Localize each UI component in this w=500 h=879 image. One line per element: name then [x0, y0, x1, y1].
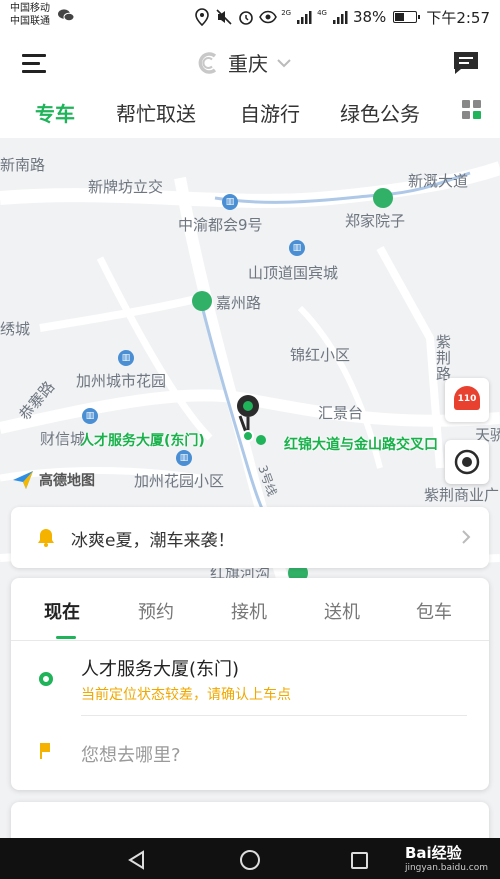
menu-icon[interactable] [22, 52, 48, 74]
secondary-card [11, 802, 489, 842]
building-icon: ▥ [222, 194, 238, 210]
pickup-map-label: 人才服务大厦(东门) [80, 433, 205, 449]
building-icon: ▥ [118, 350, 134, 366]
app-header: 重庆 [0, 34, 500, 92]
home-icon[interactable] [239, 849, 261, 871]
map-label: 嘉州路 [216, 294, 262, 312]
recent-apps-icon[interactable] [351, 852, 368, 869]
active-tab-indicator [56, 636, 76, 639]
destination-input[interactable]: 您想去哪里? [81, 741, 181, 767]
signal-icon-2 [332, 11, 348, 24]
map-label: 财信城 [40, 430, 86, 448]
chevron-down-icon [277, 58, 291, 67]
amap-brand: 高德地图 [39, 473, 95, 489]
back-icon[interactable] [127, 850, 147, 870]
map-label: 郑家院子 [345, 212, 406, 230]
net-type-1: 2G [281, 8, 292, 17]
watermark-url: jingyan.baidu.com [404, 863, 488, 873]
map-label: 绣城 [0, 320, 31, 338]
map-label: 锦红小区 [290, 346, 351, 364]
map-label: 新溉大道 [408, 172, 469, 190]
bell-icon [38, 529, 54, 547]
alarm-icon [239, 11, 253, 25]
service-tabs: 专车 帮忙取送 自游行 绿色公务 [0, 92, 500, 138]
map-label: 加州城市花园 [76, 372, 167, 390]
pickup-pin-icon [237, 395, 266, 445]
booking-card: 现在 预约 接机 送机 包车 人才服务大厦(东门) 当前定位状态较差，请确认上车… [11, 578, 489, 790]
watermark-brand: Bai经验 [404, 844, 462, 862]
tab-mode-4[interactable]: 包车 [416, 598, 452, 624]
metro-icon [373, 188, 393, 208]
building-icon: ▥ [289, 240, 305, 256]
building-icon: ▥ [82, 408, 98, 424]
mute-icon [216, 9, 232, 25]
carrier-1: 中国移动 [10, 3, 50, 14]
siren-icon: 110 [454, 386, 480, 410]
tab-service-3[interactable]: 绿色公务 [340, 98, 420, 127]
map-label: 新牌坊立交 [88, 178, 164, 196]
destination-flag-icon [40, 743, 50, 759]
battery-percent: 38% [352, 8, 387, 26]
tab-mode-3[interactable]: 送机 [324, 598, 360, 624]
city-selector[interactable]: 重庆 [196, 48, 292, 77]
road-map-label: 红锦大道与金山路交叉口 [284, 437, 438, 453]
sos-110-button[interactable]: 110 [445, 378, 489, 422]
promo-banner[interactable]: 冰爽e夏，潮车来袭！ [11, 507, 489, 568]
tab-service-2[interactable]: 自游行 [240, 98, 300, 127]
clock: 下午2:57 [426, 8, 490, 27]
city-name: 重庆 [228, 52, 268, 76]
map-label: 新南路 [0, 156, 46, 174]
location-warning: 当前定位状态较差，请确认上车点 [81, 687, 291, 703]
tab-service-0[interactable]: 专车 [35, 98, 75, 127]
wechat-icon [58, 9, 74, 21]
eye-icon [259, 10, 278, 24]
tab-mode-0[interactable]: 现在 [44, 598, 80, 624]
divider [81, 715, 467, 716]
chat-icon[interactable] [452, 50, 480, 76]
battery-icon [393, 11, 421, 23]
map-label: 紫荆路 [436, 333, 452, 383]
divider [11, 640, 489, 641]
amap-logo-icon [13, 471, 33, 489]
map-label: 中渝都会9号 [178, 216, 263, 234]
status-bar: 中国移动 中国联通 2G 4G 38% 下午2:57 [0, 0, 500, 34]
map-label: 山顶道国宾城 [248, 264, 339, 282]
chevron-right-icon [462, 530, 471, 544]
signal-icon [297, 11, 312, 24]
building-icon: ▥ [176, 450, 192, 466]
grid-menu-icon[interactable] [462, 100, 482, 120]
net-type-2: 4G [317, 8, 327, 17]
carrier-info: 中国移动 中国联通 [10, 2, 50, 28]
tab-mode-2[interactable]: 接机 [231, 598, 267, 624]
map-label: 紫荆商业广 [424, 486, 500, 504]
tab-mode-1[interactable]: 预约 [138, 598, 174, 624]
watermark: Bai经验 jingyan.baidu.com [405, 842, 488, 873]
carrier-2: 中国联通 [10, 16, 50, 27]
location-icon [195, 8, 209, 26]
map-label: 汇景台 [318, 404, 364, 422]
start-point-icon [39, 672, 53, 686]
promo-text: 冰爽e夏，潮车来袭！ [71, 531, 235, 551]
metro-icon [192, 291, 212, 311]
system-nav-bar: Bai经验 jingyan.baidu.com [0, 838, 500, 879]
tab-service-1[interactable]: 帮忙取送 [116, 98, 196, 127]
pickup-location[interactable]: 人才服务大厦(东门) [81, 655, 239, 681]
map-label: 加州花园小区 [134, 472, 225, 490]
city-logo-icon [198, 51, 217, 74]
locate-icon [454, 449, 480, 475]
locate-button[interactable] [445, 440, 489, 484]
amap-logo: 高德地图 [12, 470, 95, 490]
